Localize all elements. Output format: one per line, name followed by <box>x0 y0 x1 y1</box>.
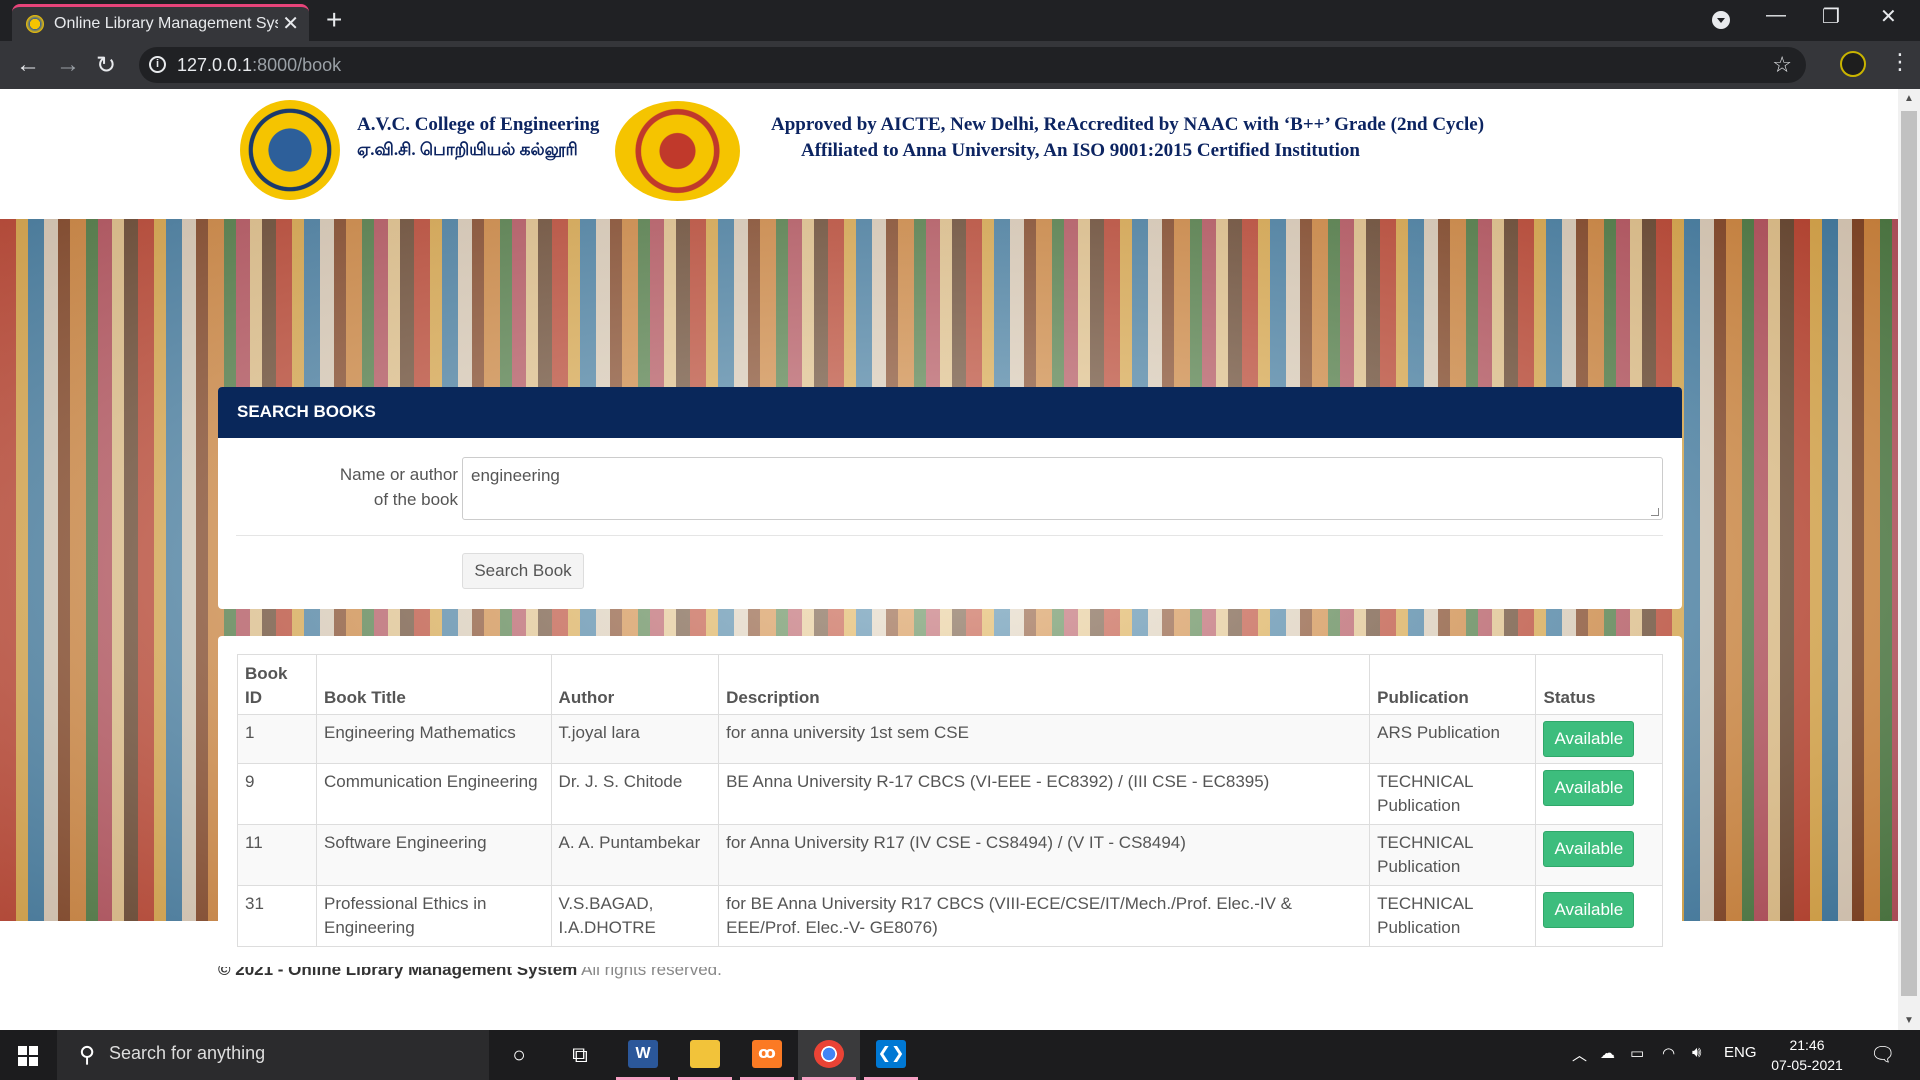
browser-tab[interactable]: Online Library Management System ✕ <box>12 4 309 41</box>
back-button[interactable]: ← <box>16 51 40 79</box>
browser-toolbar: ← → ↻ i 127.0.0.1:8000/book ☆ ⋮ <box>0 41 1920 89</box>
bookmark-star-icon[interactable]: ☆ <box>1772 52 1792 78</box>
chrome-icon[interactable] <box>798 1030 860 1080</box>
table-row: 11 Software Engineering A. A. Puntambeka… <box>237 824 1663 886</box>
tab-search-icon[interactable] <box>1712 11 1730 29</box>
close-window-button[interactable]: ✕ <box>1880 4 1897 29</box>
new-tab-button[interactable]: + <box>326 4 342 36</box>
task-view-icon[interactable]: ⧉ <box>563 1038 597 1072</box>
page-scrollbar[interactable]: ▲ ▼ <box>1898 89 1920 1030</box>
search-book-button[interactable]: Search Book <box>462 553 584 589</box>
status-badge[interactable]: Available <box>1543 770 1635 806</box>
file-explorer-icon[interactable] <box>674 1030 736 1080</box>
book-description: for anna university 1st sem CSE <box>718 714 1371 764</box>
tab-title: Online Library Management System <box>54 15 278 32</box>
volume-icon[interactable]: 🔊︎ <box>1692 1044 1701 1061</box>
book-publication: TECHNICAL Publication <box>1369 885 1537 947</box>
book-author: V.S.BAGAD, I.A.DHOTRE <box>550 885 720 947</box>
extension-icon[interactable] <box>1840 51 1866 77</box>
minimize-button[interactable]: — <box>1766 4 1786 27</box>
college-header: A.V.C. College of Engineering ஏ.வி.சி. ப… <box>0 89 1898 219</box>
system-clock[interactable]: 21:46 07-05-2021 <box>1752 1035 1862 1075</box>
table-row: 31 Professional Ethics in Engineering V.… <box>237 885 1663 947</box>
site-favicon-icon <box>26 15 44 33</box>
browser-menu-icon[interactable]: ⋮ <box>1889 49 1911 75</box>
scrollbar-thumb[interactable] <box>1901 111 1917 996</box>
scroll-down-icon[interactable]: ▼ <box>1904 1015 1914 1026</box>
status-badge[interactable]: Available <box>1543 721 1635 757</box>
windows-taskbar: ⚲ Search for anything ○ ⧉ W ꝏ ❮❯ ︿ ☁ ▭ ◠… <box>0 1030 1920 1080</box>
table-row: 1 Engineering Mathematics T.joyal lara f… <box>237 714 1663 764</box>
bookshelf-background: SEARCH BOOKS Name or author of the book … <box>0 219 1898 967</box>
column-header-description: Description <box>718 654 1371 715</box>
book-publication: TECHNICAL Publication <box>1369 763 1537 825</box>
battery-icon[interactable]: ▭ <box>1630 1044 1644 1062</box>
book-description: for Anna University R17 (IV CSE - CS8494… <box>718 824 1371 886</box>
onedrive-icon[interactable]: ☁ <box>1600 1044 1615 1062</box>
book-author: A. A. Puntambekar <box>550 824 720 886</box>
resize-handle-icon[interactable] <box>1651 508 1659 516</box>
affiliation-line: Affiliated to Anna University, An ISO 90… <box>801 140 1360 161</box>
taskbar-search-placeholder: Search for anything <box>109 1043 266 1063</box>
results-panel: Book ID Book Title Author Description Pub… <box>218 636 1682 967</box>
status-badge[interactable]: Available <box>1543 892 1635 928</box>
form-divider <box>236 535 1663 536</box>
book-id: 9 <box>237 763 317 825</box>
status-badge[interactable]: Available <box>1543 831 1635 867</box>
book-title: Engineering Mathematics <box>315 714 552 764</box>
book-title: Communication Engineering <box>315 763 552 825</box>
column-header-author: Author <box>550 654 720 715</box>
approval-line: Approved by AICTE, New Delhi, ReAccredit… <box>771 114 1485 135</box>
vscode-icon[interactable]: ❮❯ <box>860 1030 922 1080</box>
search-panel: SEARCH BOOKS Name or author of the book … <box>218 387 1682 609</box>
reload-button[interactable]: ↻ <box>96 51 116 80</box>
book-description: BE Anna University R-17 CBCS (VI-EEE - E… <box>718 763 1371 825</box>
column-header-publication: Publication <box>1369 654 1537 715</box>
scroll-up-icon[interactable]: ▲ <box>1904 93 1914 104</box>
book-publication: TECHNICAL Publication <box>1369 824 1537 886</box>
forward-button[interactable]: → <box>56 51 80 79</box>
book-description: for BE Anna University R17 CBCS (VIII-EC… <box>718 885 1371 947</box>
table-header-row: Book ID Book Title Author Description Pub… <box>237 654 1663 715</box>
xampp-icon[interactable]: ꝏ <box>736 1030 798 1080</box>
column-header-book-title: Book Title <box>315 654 552 715</box>
search-icon: ⚲ <box>79 1042 96 1067</box>
book-id: 31 <box>237 885 317 947</box>
notifications-icon[interactable]: 🗨︎ <box>1870 1042 1895 1067</box>
search-panel-header: SEARCH BOOKS <box>218 387 1682 438</box>
browser-tab-bar: Online Library Management System ✕ + — ❐… <box>0 0 1920 41</box>
column-header-status: Status <box>1535 654 1663 715</box>
college-name-tamil: ஏ.வி.சி. பொறியியல் கல்லூரி <box>357 140 578 159</box>
books-table: Book ID Book Title Author Description Pub… <box>237 654 1663 947</box>
table-row: 9 Communication Engineering Dr. J. S. Ch… <box>237 763 1663 825</box>
book-id: 1 <box>237 714 317 764</box>
college-name: A.V.C. College of Engineering <box>357 114 600 135</box>
column-header-book-id: Book ID <box>237 654 317 715</box>
close-tab-icon[interactable]: ✕ <box>282 11 299 36</box>
windows-start-icon[interactable] <box>18 1046 38 1066</box>
url-text[interactable]: 127.0.0.1:8000/book <box>177 55 341 76</box>
taskbar-search-box[interactable]: ⚲ Search for anything <box>57 1030 489 1080</box>
anniversary-emblem <box>615 101 740 201</box>
book-title: Software Engineering <box>315 824 552 886</box>
show-hidden-icons-icon[interactable]: ︿ <box>1572 1044 1587 1065</box>
book-author: T.joyal lara <box>550 714 720 764</box>
college-logo <box>240 100 340 200</box>
search-field-label: Name or author of the book <box>339 465 458 509</box>
site-info-icon[interactable]: i <box>149 56 166 73</box>
wifi-icon[interactable]: ◠ <box>1662 1044 1675 1062</box>
book-author: Dr. J. S. Chitode <box>550 763 720 825</box>
search-panel-title: SEARCH BOOKS <box>237 402 376 421</box>
page-viewport: A.V.C. College of Engineering ஏ.வி.சி. ப… <box>0 89 1898 1030</box>
book-title: Professional Ethics in Engineering <box>315 885 552 947</box>
book-id: 11 <box>237 824 317 886</box>
address-bar[interactable]: i 127.0.0.1:8000/book ☆ <box>139 47 1806 83</box>
word-icon[interactable]: W <box>612 1030 674 1080</box>
cortana-icon[interactable]: ○ <box>502 1038 536 1072</box>
search-input[interactable]: engineering <box>462 457 1663 520</box>
book-publication: ARS Publication <box>1369 714 1537 764</box>
maximize-button[interactable]: ❐ <box>1822 4 1840 29</box>
